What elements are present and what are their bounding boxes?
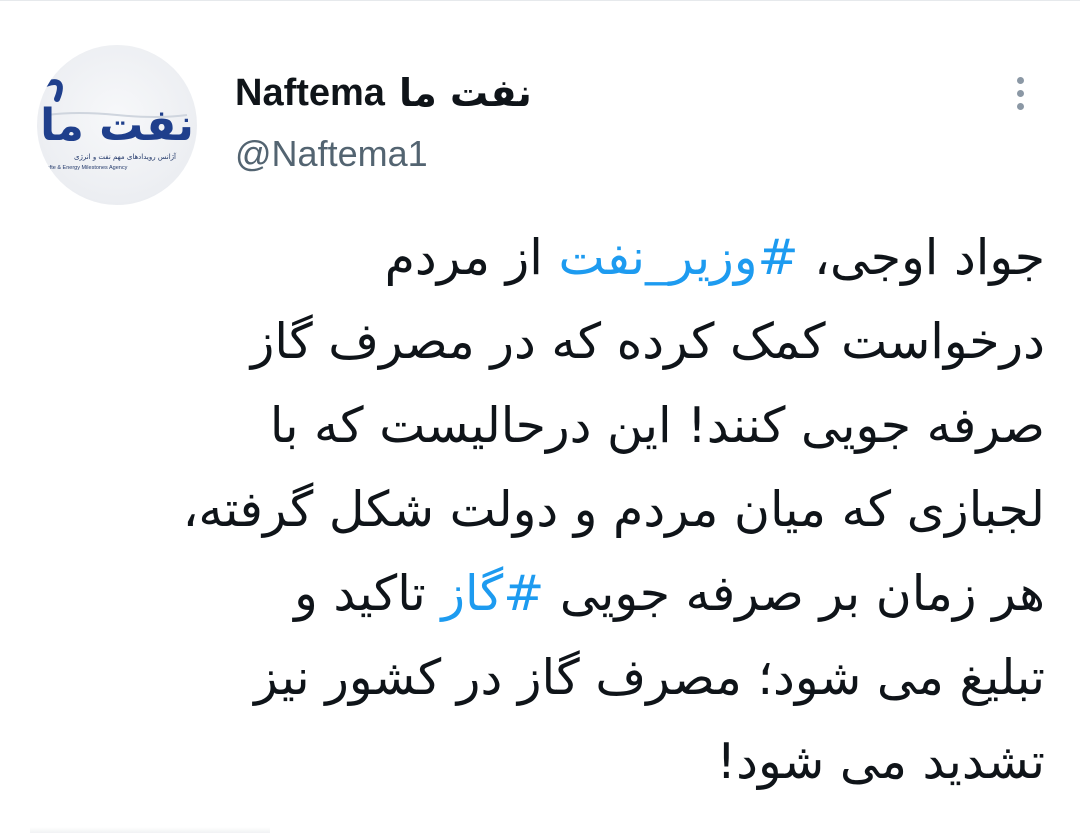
tweet-line: تبلیغ می شود؛ مصرف گاز در کشور نیز [40, 636, 1045, 720]
divider [30, 827, 270, 833]
tweet-card: نفت ما آژانس رویدادهای مهم نفت و انرژی N… [0, 0, 1080, 833]
tweet-text-segment: هر زمان بر صرفه جویی [544, 565, 1045, 622]
logo-tagline-fa: آژانس رویدادهای مهم نفت و انرژی [74, 152, 177, 161]
author-name-en: Naftema [235, 71, 385, 114]
author-display-name[interactable]: Naftema نفت ما [235, 67, 532, 119]
author-name-fa: نفت ما [398, 71, 532, 115]
tweet-text-segment: تاکید و [294, 565, 442, 622]
tweet-line: درخواست کمک کرده که در مصرف گاز [40, 300, 1045, 384]
more-dot [1016, 102, 1024, 110]
author-handle[interactable]: @Naftema1 [235, 133, 428, 175]
more-vertical-icon [1016, 76, 1024, 84]
svg-text:نفت ما: نفت ما [40, 100, 194, 151]
logo-wordmark: نفت ما [40, 100, 194, 151]
logo-tagline-en: Nafte & Energy Milestones Agency [43, 165, 128, 171]
more-options-button[interactable] [1004, 71, 1036, 115]
tweet-text-segment: جواد اوجی، [798, 229, 1045, 286]
tweet-text-segment: تبلیغ می شود؛ مصرف گاز در کشور نیز [254, 649, 1045, 706]
avatar[interactable]: نفت ما آژانس رویدادهای مهم نفت و انرژی N… [37, 45, 197, 205]
hashtag-link[interactable]: #وزیر_نفت [558, 229, 798, 286]
tweet-text-segment: از مردم [384, 229, 559, 286]
more-dot [1016, 89, 1024, 97]
tweet-text-segment: صرفه جویی کنند! این درحالیست که با [269, 397, 1045, 454]
naftema-logo-icon: نفت ما آژانس رویدادهای مهم نفت و انرژی N… [40, 79, 194, 171]
tweet-text-segment: درخواست کمک کرده که در مصرف گاز [250, 313, 1045, 370]
hashtag-link[interactable]: #گاز [441, 565, 544, 622]
tweet-text-segment: لجبازی که میان مردم و دولت شکل گرفته، [182, 481, 1045, 538]
tweet-text-segment: تشدید می شود! [716, 733, 1045, 790]
tweet-text: جواد اوجی، #وزیر_نفت از مردم درخواست کمک … [40, 216, 1045, 804]
tweet-line: تشدید می شود! [40, 720, 1045, 804]
tweet-line: جواد اوجی، #وزیر_نفت از مردم [40, 216, 1045, 300]
tweet-line: صرفه جویی کنند! این درحالیست که با [40, 384, 1045, 468]
tweet-line: هر زمان بر صرفه جویی #گاز تاکید و [40, 552, 1045, 636]
tweet-line: لجبازی که میان مردم و دولت شکل گرفته، [40, 468, 1045, 552]
